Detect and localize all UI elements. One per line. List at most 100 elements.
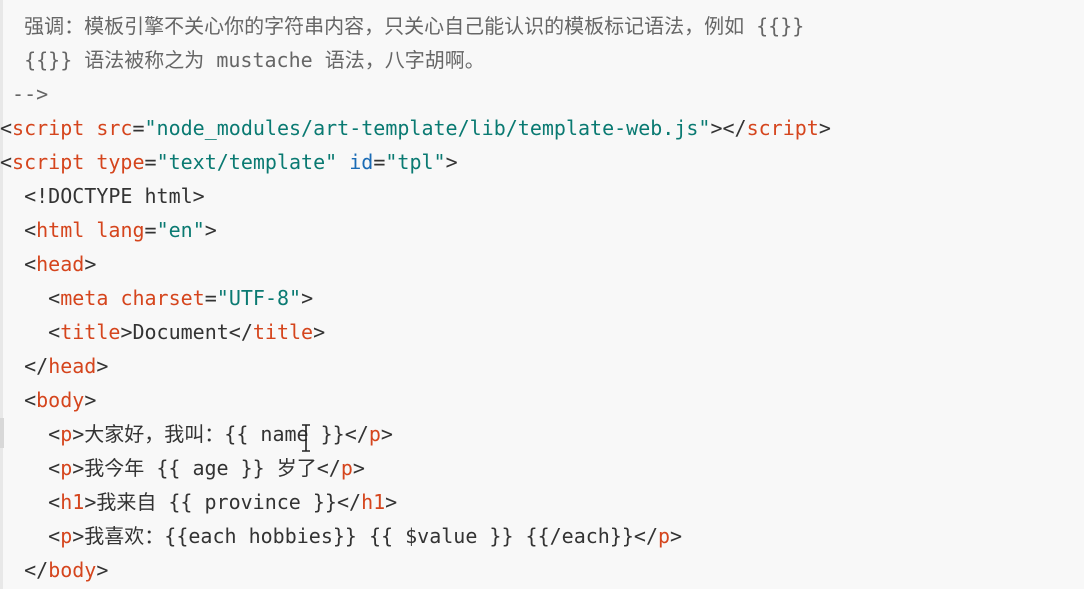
code-token: h1 <box>361 490 386 514</box>
code-token: "text/template" <box>156 150 338 174</box>
code-line[interactable]: <body> <box>0 383 1084 417</box>
code-token: > <box>301 286 314 310</box>
code-line[interactable]: <head> <box>0 247 1084 281</box>
code-line[interactable]: <meta charset="UTF-8"> <box>0 281 1084 315</box>
code-token: = <box>144 150 157 174</box>
code-token: > <box>670 524 683 548</box>
code-token: < <box>24 388 37 412</box>
code-line[interactable]: 强调：模板引擎不关心你的字符串内容，只关心自己能认识的模板标记语法，例如 {{}… <box>0 9 1084 43</box>
code-token: charset <box>120 286 205 310</box>
code-token: < <box>48 320 61 344</box>
code-token: "tpl" <box>385 150 446 174</box>
code-token: </ <box>24 558 49 582</box>
code-line[interactable]: <script type="text/template" id="tpl"> <box>0 145 1084 179</box>
code-token: = <box>204 286 217 310</box>
code-token: body <box>48 558 97 582</box>
code-token: p <box>658 524 671 548</box>
code-token: >我喜欢：{{each hobbies}} {{ $value }} {{/ea… <box>72 524 658 548</box>
code-token: "UTF-8" <box>216 286 302 310</box>
code-token: script <box>12 116 85 140</box>
code-token: "en" <box>156 218 205 242</box>
code-token: 强调：模板引擎不关心你的字符串内容，只关心自己能认识的模板标记语法，例如 {{}… <box>24 14 805 38</box>
code-token: > <box>445 150 458 174</box>
code-token: p <box>60 456 73 480</box>
code-token: > <box>84 252 97 276</box>
code-editor[interactable]: 强调：模板引擎不关心你的字符串内容，只关心自己能认识的模板标记语法，例如 {{}… <box>0 0 1084 589</box>
code-token: src <box>96 116 133 140</box>
code-token: = <box>132 116 145 140</box>
code-token: = <box>373 150 386 174</box>
code-token: >我今年 {{ age }} 岁了</ <box>72 456 341 480</box>
code-token: script <box>12 150 85 174</box>
code-token: id <box>349 150 374 174</box>
code-token: < <box>48 490 61 514</box>
code-token: > <box>96 354 109 378</box>
code-line[interactable]: <p>我喜欢：{{each hobbies}} {{ $value }} {{/… <box>0 519 1084 553</box>
code-token: meta <box>60 286 109 310</box>
code-line[interactable]: --> <box>0 77 1084 111</box>
code-line[interactable]: <h1>我来自 {{ province }}</h1> <box>0 485 1084 519</box>
code-token: > <box>204 218 217 242</box>
code-token: < <box>48 286 61 310</box>
code-token: html <box>36 218 85 242</box>
code-token: body <box>36 388 85 412</box>
code-line[interactable]: </head> <box>0 349 1084 383</box>
code-line[interactable]: </body> <box>0 553 1084 587</box>
code-token: >我来自 {{ province }}</ <box>84 490 362 514</box>
code-token: "node_modules/art-template/lib/template-… <box>144 116 711 140</box>
code-line[interactable]: <p>我今年 {{ age }} 岁了</p> <box>0 451 1084 485</box>
code-token: ></ <box>710 116 747 140</box>
code-token: > <box>84 388 97 412</box>
code-token: lang <box>96 218 145 242</box>
code-token: p <box>60 422 73 446</box>
code-token: < <box>24 252 37 276</box>
code-content[interactable]: 强调：模板引擎不关心你的字符串内容，只关心自己能认识的模板标记语法，例如 {{}… <box>0 9 1084 587</box>
code-token: {{}} 语法被称之为 mustache 语法，八字胡啊。 <box>24 48 485 72</box>
code-token: title <box>60 320 121 344</box>
code-line[interactable]: <html lang="en"> <box>0 213 1084 247</box>
code-token: head <box>36 252 85 276</box>
code-token: < <box>48 422 61 446</box>
code-token: < <box>48 456 61 480</box>
code-token: = <box>144 218 157 242</box>
code-token: p <box>60 524 73 548</box>
code-token: --> <box>12 82 49 106</box>
code-line[interactable]: {{}} 语法被称之为 mustache 语法，八字胡啊。 <box>0 43 1084 77</box>
code-line[interactable]: <title>Document</title> <box>0 315 1084 349</box>
code-token: > <box>313 320 326 344</box>
code-token: >大家好，我叫：{{ name }}</ <box>72 422 369 446</box>
code-token: h1 <box>60 490 85 514</box>
code-line[interactable]: <!DOCTYPE html> <box>0 179 1084 213</box>
code-token: > <box>818 116 831 140</box>
code-token: </ <box>24 354 49 378</box>
code-token: <!DOCTYPE html> <box>24 184 205 208</box>
code-token: < <box>0 116 13 140</box>
code-token: > <box>380 422 393 446</box>
code-line[interactable]: <script src="node_modules/art-template/l… <box>0 111 1084 145</box>
code-token: type <box>96 150 145 174</box>
code-token: < <box>24 218 37 242</box>
code-token: p <box>340 456 353 480</box>
code-line[interactable]: <p>大家好，我叫：{{ name }}</p> <box>0 417 1084 451</box>
code-token: > <box>352 456 365 480</box>
code-token: > <box>96 558 109 582</box>
